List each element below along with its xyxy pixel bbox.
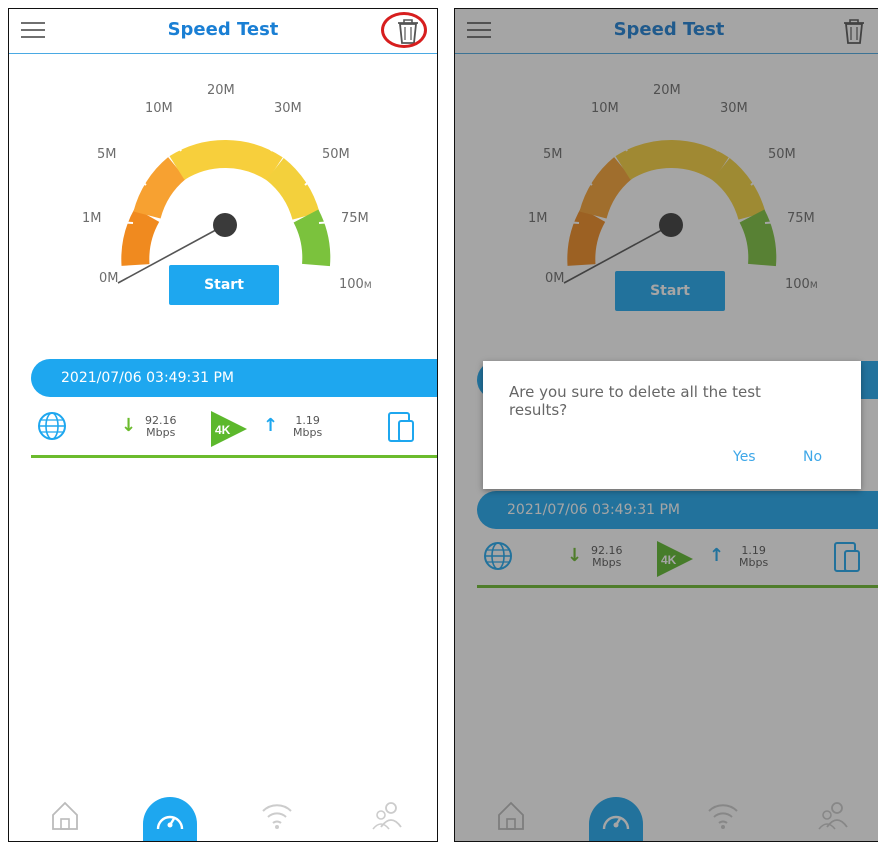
play-4k-icon: 4K bbox=[209, 409, 249, 453]
yes-button[interactable]: Yes bbox=[733, 449, 756, 465]
gauge-label-100m: 100M bbox=[339, 277, 372, 292]
start-button[interactable]: Start bbox=[169, 265, 279, 305]
gauge-label-10m: 10M bbox=[145, 101, 173, 116]
globe-icon bbox=[37, 411, 67, 445]
page-title: Speed Test bbox=[167, 19, 279, 40]
delete-confirm-dialog: Are you sure to delete all the test resu… bbox=[483, 361, 861, 489]
gauge-label-1m: 1M bbox=[82, 211, 102, 226]
wifi-icon[interactable] bbox=[257, 795, 297, 835]
upload-speed: 1.19 Mbps bbox=[293, 414, 323, 439]
highlight-circle bbox=[381, 12, 427, 48]
bottom-nav bbox=[9, 789, 437, 841]
gauge-label-30m: 30M bbox=[274, 101, 302, 116]
dialog-message: Are you sure to delete all the test resu… bbox=[509, 383, 761, 419]
result-divider bbox=[31, 455, 437, 458]
gauge-label-20m: 20M bbox=[207, 83, 235, 98]
result-row[interactable]: ↓ 92.16 Mbps 4K ↑ 1.19 Mbps bbox=[31, 407, 435, 453]
svg-text:4K: 4K bbox=[215, 423, 231, 437]
screen-speed-test: Speed Test 0M 1M 5M 10M 20M 30M 50M 75M … bbox=[8, 8, 438, 842]
speedometer-icon[interactable] bbox=[143, 797, 197, 841]
gauge-label-0m: 0M bbox=[99, 271, 119, 286]
gauge-label-5m: 5M bbox=[97, 147, 117, 162]
gauge-label-50m: 50M bbox=[322, 147, 350, 162]
home-icon[interactable] bbox=[45, 795, 85, 835]
no-button[interactable]: No bbox=[803, 449, 822, 465]
upload-arrow-icon: ↑ bbox=[263, 415, 279, 436]
download-arrow-icon: ↓ bbox=[121, 415, 137, 436]
gauge-label-75m: 75M bbox=[341, 211, 369, 226]
app-header: Speed Test bbox=[9, 9, 437, 54]
screen-speed-test-dialog: Speed Test 0M 1M 5M 10M 20M 30M 50M 75M … bbox=[454, 8, 878, 842]
devices-icon bbox=[387, 411, 417, 447]
users-icon[interactable] bbox=[367, 795, 407, 835]
download-speed: 92.16 Mbps bbox=[145, 414, 177, 439]
result-date-bar[interactable]: 2021/07/06 03:49:31 PM bbox=[31, 359, 437, 397]
